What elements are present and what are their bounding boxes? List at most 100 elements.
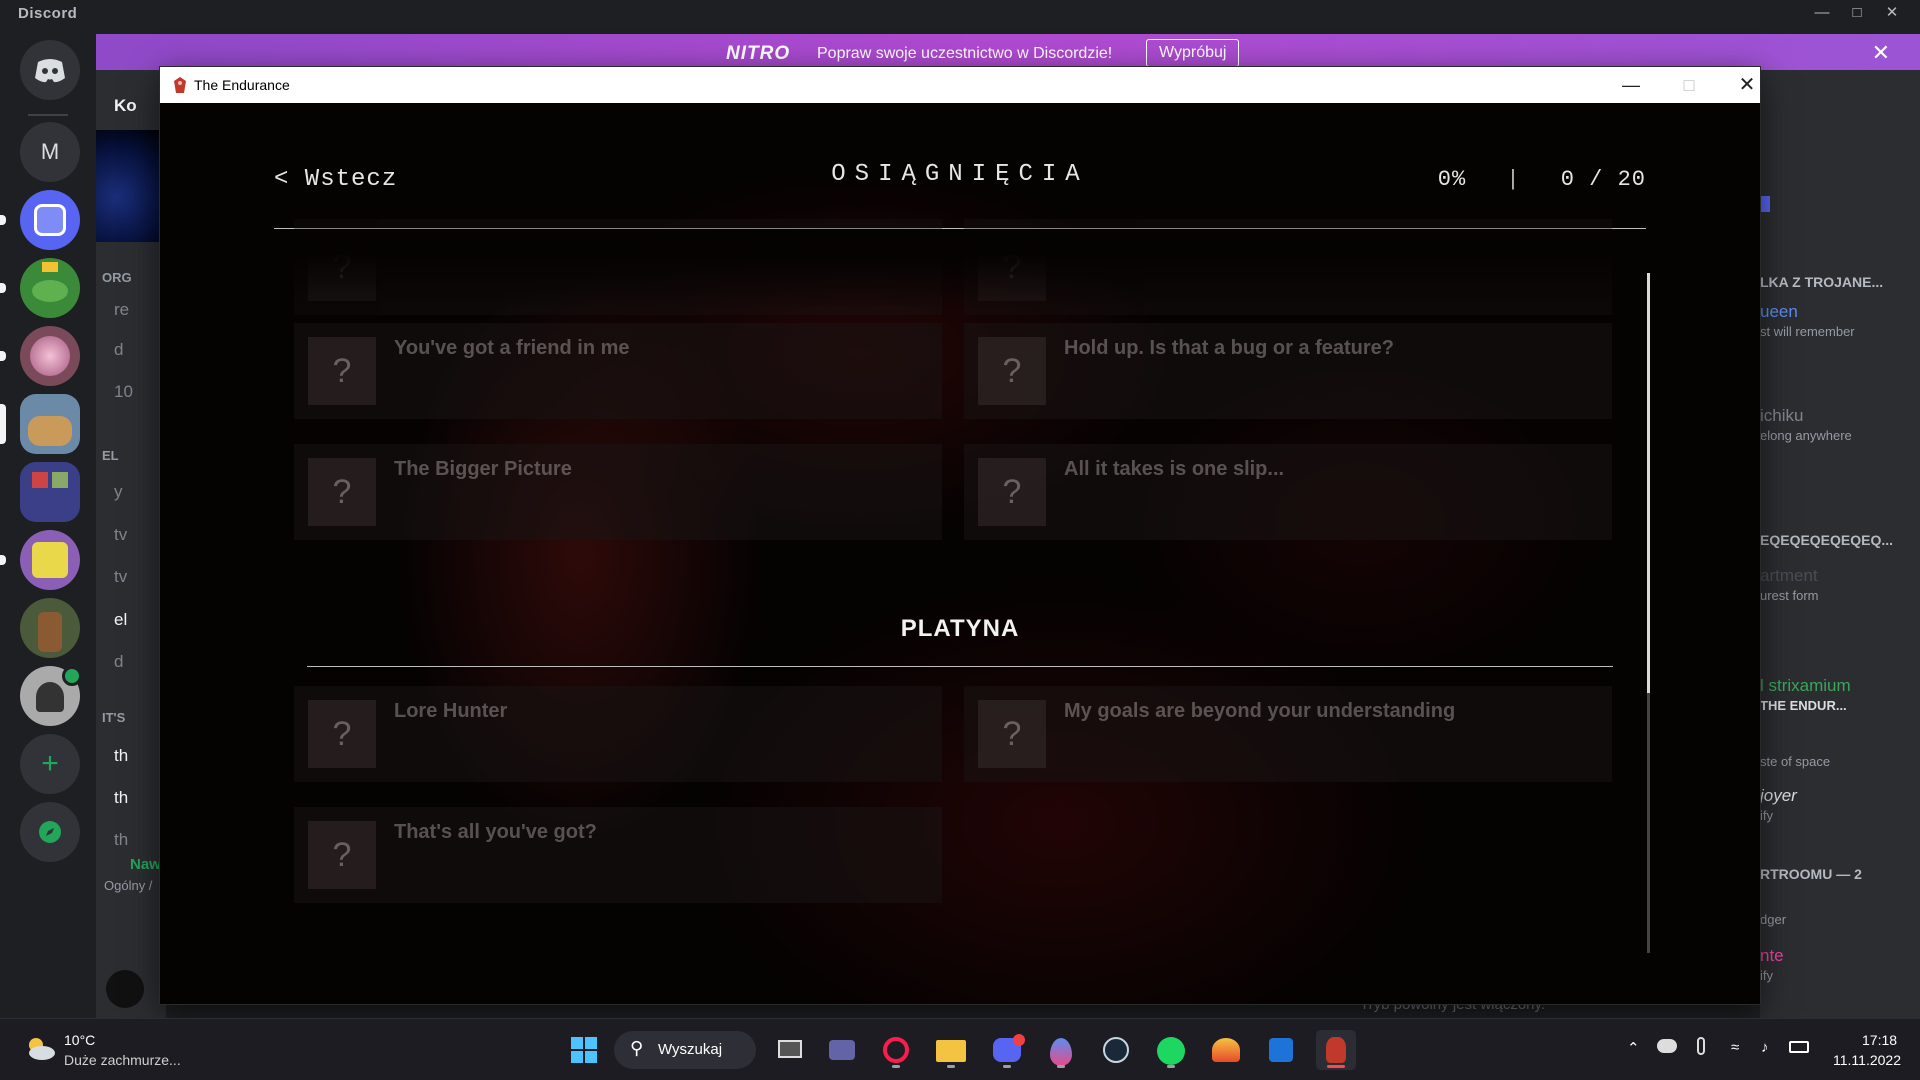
steam-button[interactable] [1096, 1030, 1136, 1070]
channel-category[interactable]: ORG [102, 270, 132, 285]
system-tray: ⌃ ≈ ♪ [1627, 1037, 1837, 1061]
member-status: ify [1760, 968, 1773, 983]
weather-condition[interactable]: Duże zachmurze... [64, 1052, 181, 1068]
channel-item[interactable]: tv [114, 567, 127, 587]
member-name[interactable]: ueen [1760, 302, 1798, 322]
battery-icon[interactable] [1789, 1041, 1809, 1053]
teams-button[interactable] [822, 1030, 862, 1070]
guild-spongebob[interactable] [20, 530, 80, 590]
maximize-icon[interactable]: □ [1845, 4, 1869, 22]
weather-cloud-icon[interactable] [22, 1033, 58, 1063]
running-indicator [947, 1065, 955, 1068]
weather-temperature[interactable]: 10°C [64, 1032, 95, 1048]
member-name[interactable]: joyer [1760, 786, 1797, 806]
channel-item[interactable]: y [114, 482, 123, 502]
guild-blue[interactable] [20, 190, 80, 250]
discord-taskbar-button[interactable] [987, 1030, 1027, 1070]
channel-item[interactable]: d [114, 652, 123, 672]
volume-icon[interactable]: ♪ [1761, 1039, 1769, 1056]
guild-folder[interactable] [20, 462, 80, 522]
nitro-try-button[interactable]: Wypróbuj [1146, 39, 1240, 67]
game-launcher-button[interactable] [1206, 1030, 1246, 1070]
discord-titlebar: Discord — □ ✕ [0, 0, 1920, 26]
start-button[interactable] [564, 1030, 604, 1070]
explore-servers-button[interactable] [20, 802, 80, 862]
paint-app-button[interactable] [1041, 1030, 1081, 1070]
task-view-icon [778, 1040, 802, 1058]
task-view-button[interactable] [770, 1030, 810, 1070]
guild-selected[interactable] [20, 394, 80, 454]
channel-item[interactable]: d [114, 340, 123, 360]
close-icon[interactable]: ✕ [1727, 71, 1767, 99]
active-indicator [1327, 1065, 1345, 1068]
achievement-card[interactable]: ? My goals are beyond your understanding [964, 686, 1612, 782]
achievements-screen: < Wstecz OSIĄGNIĘCIA 0% | 0 / 20 ? ? ? Y… [160, 103, 1760, 1004]
achievement-card[interactable]: ? Hold up. Is that a bug or a feature? [964, 323, 1612, 419]
plus-icon: + [41, 747, 59, 780]
scroll-fade [160, 229, 1760, 309]
nitro-banner: NITRO Popraw swoje uczestnictwo w Discor… [96, 34, 1920, 70]
achievement-card[interactable]: ? That's all you've got? [294, 807, 942, 903]
channel-item[interactable]: 10 [114, 382, 133, 402]
channel-item[interactable]: el [114, 610, 127, 630]
achievement-card[interactable]: ? All it takes is one slip... [964, 444, 1612, 540]
guild-anime[interactable] [20, 326, 80, 386]
voice-channel-sub: Ogólny / [104, 878, 153, 893]
member-name[interactable]: ichiku [1760, 406, 1803, 426]
opera-gx-button[interactable] [876, 1030, 916, 1070]
channel-item[interactable]: th [114, 788, 128, 808]
add-server-button[interactable]: + [20, 734, 80, 794]
spongebob-icon [32, 542, 68, 578]
guild-pepe[interactable] [20, 258, 80, 318]
discord-home-button[interactable] [20, 40, 80, 100]
channel-item[interactable]: th [114, 830, 128, 850]
game-app-icon [174, 77, 186, 93]
clock-date[interactable]: 11.11.2022 [1833, 1052, 1901, 1068]
running-indicator [1057, 1065, 1065, 1068]
achievement-card[interactable]: ? Lore Hunter [294, 686, 942, 782]
bot-tag-icon [1760, 196, 1770, 212]
close-icon[interactable]: ✕ [1880, 4, 1904, 22]
spotify-icon [1157, 1037, 1185, 1065]
nitro-close-icon[interactable]: ✕ [1872, 40, 1890, 66]
wifi-icon[interactable]: ≈ [1731, 1039, 1739, 1056]
onedrive-icon[interactable] [1657, 1039, 1677, 1053]
the-endurance-taskbar-button[interactable] [1316, 1030, 1356, 1070]
achievement-card[interactable]: ? You've got a friend in me [294, 323, 942, 419]
channel-category[interactable]: EL [102, 448, 119, 463]
clock-time[interactable]: 17:18 [1862, 1032, 1897, 1048]
member-name[interactable]: l strixamium [1760, 676, 1851, 696]
file-explorer-button[interactable] [931, 1030, 971, 1070]
progress-divider: | [1506, 167, 1521, 192]
channel-category[interactable]: IT'S [102, 710, 125, 725]
server-name[interactable]: Ko [114, 96, 137, 116]
achievement-title: You've got a friend in me [394, 337, 630, 359]
store-icon [1269, 1038, 1293, 1062]
guild-m-letter: M [40, 139, 60, 164]
scrollbar-thumb[interactable] [1647, 273, 1650, 693]
channel-item[interactable]: re [114, 300, 129, 320]
channel-item[interactable]: th [114, 746, 128, 766]
taskbar-search[interactable]: ⚲ Wyszukaj [614, 1031, 756, 1069]
section-divider [307, 666, 1613, 667]
achievement-title: Lore Hunter [394, 700, 508, 722]
achievement-card[interactable]: ? The Bigger Picture [294, 444, 942, 540]
app-store-button[interactable] [1261, 1030, 1301, 1070]
tray-overflow-icon[interactable]: ⌃ [1627, 1039, 1640, 1057]
guild-square-icon [34, 204, 66, 236]
voice-indicator-icon [62, 666, 82, 686]
member-status: elong anywhere [1760, 428, 1852, 443]
guild-character[interactable] [20, 598, 80, 658]
user-avatar[interactable] [106, 970, 144, 1008]
guild-m[interactable]: M [20, 122, 80, 182]
locked-icon: ? [978, 700, 1046, 768]
channel-item[interactable]: tv [114, 525, 127, 545]
minimize-icon[interactable]: — [1810, 4, 1834, 22]
microphone-icon[interactable] [1697, 1037, 1705, 1055]
member-name[interactable]: artment [1760, 566, 1818, 586]
member-name[interactable]: nte [1760, 946, 1784, 966]
maximize-icon[interactable]: □ [1669, 71, 1709, 99]
member-group-header: RTROOMU — 2 [1760, 866, 1862, 882]
minimize-icon[interactable]: — [1611, 71, 1651, 99]
spotify-button[interactable] [1151, 1030, 1191, 1070]
